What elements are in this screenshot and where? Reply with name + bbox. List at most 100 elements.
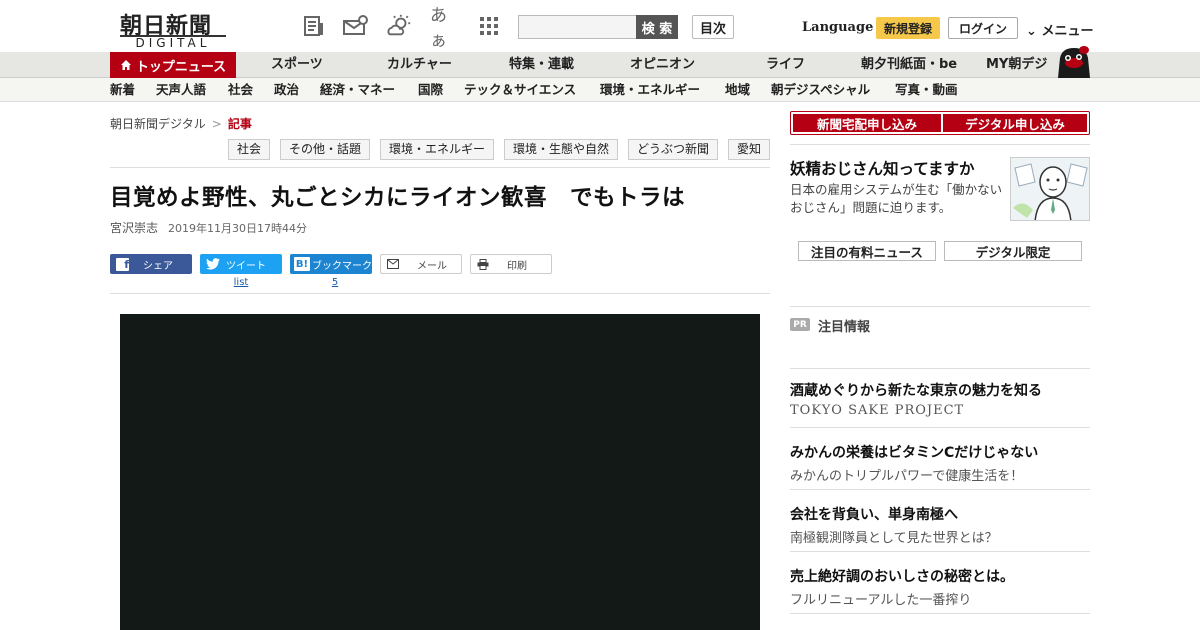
home-icon bbox=[120, 60, 131, 70]
weather-icon[interactable] bbox=[386, 14, 412, 38]
promo-title[interactable]: 妖精おじさん知ってますか bbox=[790, 157, 974, 179]
pr-item-sub: みかんのトリプルパワーで健康生活を！ bbox=[790, 469, 1024, 484]
nav-top-news-label: トップニュース bbox=[135, 59, 227, 75]
search-input[interactable] bbox=[518, 15, 637, 39]
register-button[interactable]: 新規登録 bbox=[876, 17, 940, 39]
pr-item-title[interactable]: 売上絶好調のおいしさの秘密とは。 bbox=[790, 566, 1014, 586]
pr-badge: PR bbox=[790, 318, 810, 331]
subscribe-digital-button[interactable]: デジタル申し込み bbox=[943, 114, 1087, 132]
twitter-count[interactable]: list bbox=[200, 277, 282, 288]
subnav-item-tech[interactable]: テック＆サイエンス bbox=[464, 78, 576, 102]
search-button[interactable]: 検 索 bbox=[636, 15, 678, 39]
breadcrumb-home[interactable]: 朝日新聞デジタル bbox=[110, 117, 206, 131]
pr-item-divider bbox=[790, 613, 1090, 614]
subnav-item-special[interactable]: 朝デジスペシャル bbox=[771, 78, 870, 102]
subscribe-newspaper-button[interactable]: 新聞宅配申し込み bbox=[793, 114, 941, 132]
login-button[interactable]: ログイン bbox=[948, 17, 1018, 39]
pr-item-sub: フルリニューアルした一番搾り bbox=[790, 593, 972, 608]
pr-item-sub: 南極観測隊員として見た世界とは？ bbox=[790, 531, 998, 546]
site-header: 朝日新聞 DIGITAL あぁ 検 索 目次 Language 新規登録 ログイ… bbox=[0, 0, 1200, 52]
twitter-icon bbox=[206, 258, 220, 270]
site-logo[interactable]: 朝日新聞 DIGITAL bbox=[114, 8, 232, 50]
facebook-share-button[interactable]: f シェア bbox=[110, 254, 192, 274]
hatena-bookmark-label: ブックマーク bbox=[312, 260, 372, 272]
tag-topics[interactable]: その他・話題 bbox=[280, 139, 371, 160]
language-link[interactable]: Language bbox=[802, 20, 873, 35]
pr-heading: 注目情報 bbox=[818, 320, 871, 335]
nav-item-newspaper[interactable]: 朝夕刊紙面・be bbox=[861, 52, 957, 78]
sub-nav: 新着 天声人語 社会 政治 経済・マネー 国際 テック＆サイエンス 環境・エネル… bbox=[0, 78, 1200, 102]
subnav-item-photo[interactable]: 写真・動画 bbox=[895, 78, 958, 102]
digital-exclusive-button[interactable]: デジタル限定 bbox=[944, 241, 1082, 261]
pr-item-title[interactable]: 会社を背負い、単身南極へ bbox=[790, 504, 958, 524]
subnav-item-economy[interactable]: 経済・マネー bbox=[320, 78, 395, 102]
pr-divider-head bbox=[790, 368, 1090, 369]
newspaper-icon[interactable] bbox=[301, 14, 327, 38]
subnav-item-international[interactable]: 国際 bbox=[418, 78, 443, 102]
menu-label: メニュー bbox=[1041, 24, 1094, 39]
nav-item-culture[interactable]: カルチャー bbox=[387, 52, 452, 78]
envelope-icon bbox=[387, 259, 399, 269]
tag-animals[interactable]: どうぶつ新聞 bbox=[628, 139, 719, 160]
subnav-item-tensei[interactable]: 天声人語 bbox=[156, 78, 206, 102]
share-divider bbox=[110, 293, 770, 294]
article-date: 2019年11月30日17時44分 bbox=[168, 222, 307, 235]
author-name[interactable]: 宮沢崇志 bbox=[110, 221, 158, 235]
pr-item-divider bbox=[790, 551, 1090, 552]
hatena-icon: B! bbox=[294, 257, 310, 271]
mail-share-label: メール bbox=[417, 260, 447, 272]
apps-grid-icon[interactable] bbox=[476, 14, 502, 38]
promo-illustration[interactable] bbox=[1010, 157, 1090, 221]
tag-environment-energy[interactable]: 環境・エネルギー bbox=[380, 139, 495, 160]
tag-ecology[interactable]: 環境・生態や自然 bbox=[504, 139, 619, 160]
tag-society[interactable]: 社会 bbox=[228, 139, 271, 160]
hatena-bookmark-button[interactable]: B! ブックマーク bbox=[290, 254, 372, 274]
pr-item-divider bbox=[790, 427, 1090, 428]
nav-top-news[interactable]: トップニュース bbox=[110, 52, 236, 78]
breadcrumb-current: 記事 bbox=[227, 117, 252, 131]
nav-item-features[interactable]: 特集・連載 bbox=[509, 52, 574, 78]
logo-sub-text: DIGITAL bbox=[135, 36, 211, 50]
nav-item-sports[interactable]: スポーツ bbox=[271, 52, 323, 78]
subnav-item-environment[interactable]: 環境・エネルギー bbox=[600, 78, 700, 102]
sidebar-divider bbox=[790, 144, 1090, 145]
twitter-share-label: ツイート bbox=[226, 260, 266, 272]
article-headline: 目覚めよ野性、丸ごとシカにライオン歓喜 でもトラは bbox=[110, 185, 686, 211]
mail-icon[interactable] bbox=[342, 14, 368, 38]
nav-item-life[interactable]: ライフ bbox=[766, 52, 805, 78]
mascot-icon[interactable] bbox=[1054, 44, 1092, 78]
print-button[interactable]: 印刷 bbox=[470, 254, 552, 274]
toc-button[interactable]: 目次 bbox=[692, 15, 734, 39]
article-photo[interactable] bbox=[120, 314, 760, 630]
nav-item-opinion[interactable]: オピニオン bbox=[630, 52, 695, 78]
article-byline: 宮沢崇志 2019年11月30日17時44分 bbox=[110, 219, 307, 236]
pr-item-title[interactable]: みかんの栄養はビタミンCだけじゃない bbox=[790, 442, 1038, 462]
facebook-icon: f bbox=[116, 257, 129, 271]
featured-paid-news-button[interactable]: 注目の有料ニュース bbox=[798, 241, 936, 261]
subnav-item-politics[interactable]: 政治 bbox=[274, 78, 299, 102]
nav-item-my-asahi[interactable]: MY朝デジ bbox=[986, 52, 1047, 78]
pr-divider-top bbox=[790, 306, 1090, 307]
promo-description: 日本の雇用システムが生む「働かないおじさん」問題に迫ります。 bbox=[790, 182, 1003, 215]
menu-button[interactable]: ⌄ メニュー bbox=[1026, 20, 1093, 39]
font-size-icon[interactable]: あぁ bbox=[430, 6, 460, 51]
facebook-share-label: シェア bbox=[143, 260, 173, 272]
print-label: 印刷 bbox=[507, 260, 527, 272]
subnav-item-region[interactable]: 地域 bbox=[725, 78, 750, 102]
breadcrumb: 朝日新聞デジタル > 記事 bbox=[110, 115, 252, 132]
subnav-item-society[interactable]: 社会 bbox=[228, 78, 253, 102]
main-nav: トップニュース スポーツ カルチャー 特集・連載 オピニオン ライフ 朝夕刊紙面… bbox=[0, 52, 1200, 78]
pr-item-divider bbox=[790, 489, 1090, 490]
twitter-share-button[interactable]: ツイート bbox=[200, 254, 282, 274]
chevron-down-icon: ⌄ bbox=[1026, 24, 1037, 39]
tag-aichi[interactable]: 愛知 bbox=[728, 139, 771, 160]
subnav-item-latest[interactable]: 新着 bbox=[110, 78, 135, 102]
printer-icon bbox=[477, 258, 489, 270]
pr-item-title[interactable]: 酒蔵めぐりから新たな東京の魅力を知る bbox=[790, 380, 1042, 400]
mail-share-button[interactable]: メール bbox=[380, 254, 462, 274]
pr-item-sub: TOKYO SAKE PROJECT bbox=[790, 403, 965, 418]
hatena-count[interactable]: 5 bbox=[294, 277, 376, 288]
breadcrumb-separator: > bbox=[211, 117, 222, 131]
header-divider bbox=[110, 167, 770, 168]
subscribe-box: 新聞宅配申し込み デジタル申し込み bbox=[790, 111, 1090, 135]
